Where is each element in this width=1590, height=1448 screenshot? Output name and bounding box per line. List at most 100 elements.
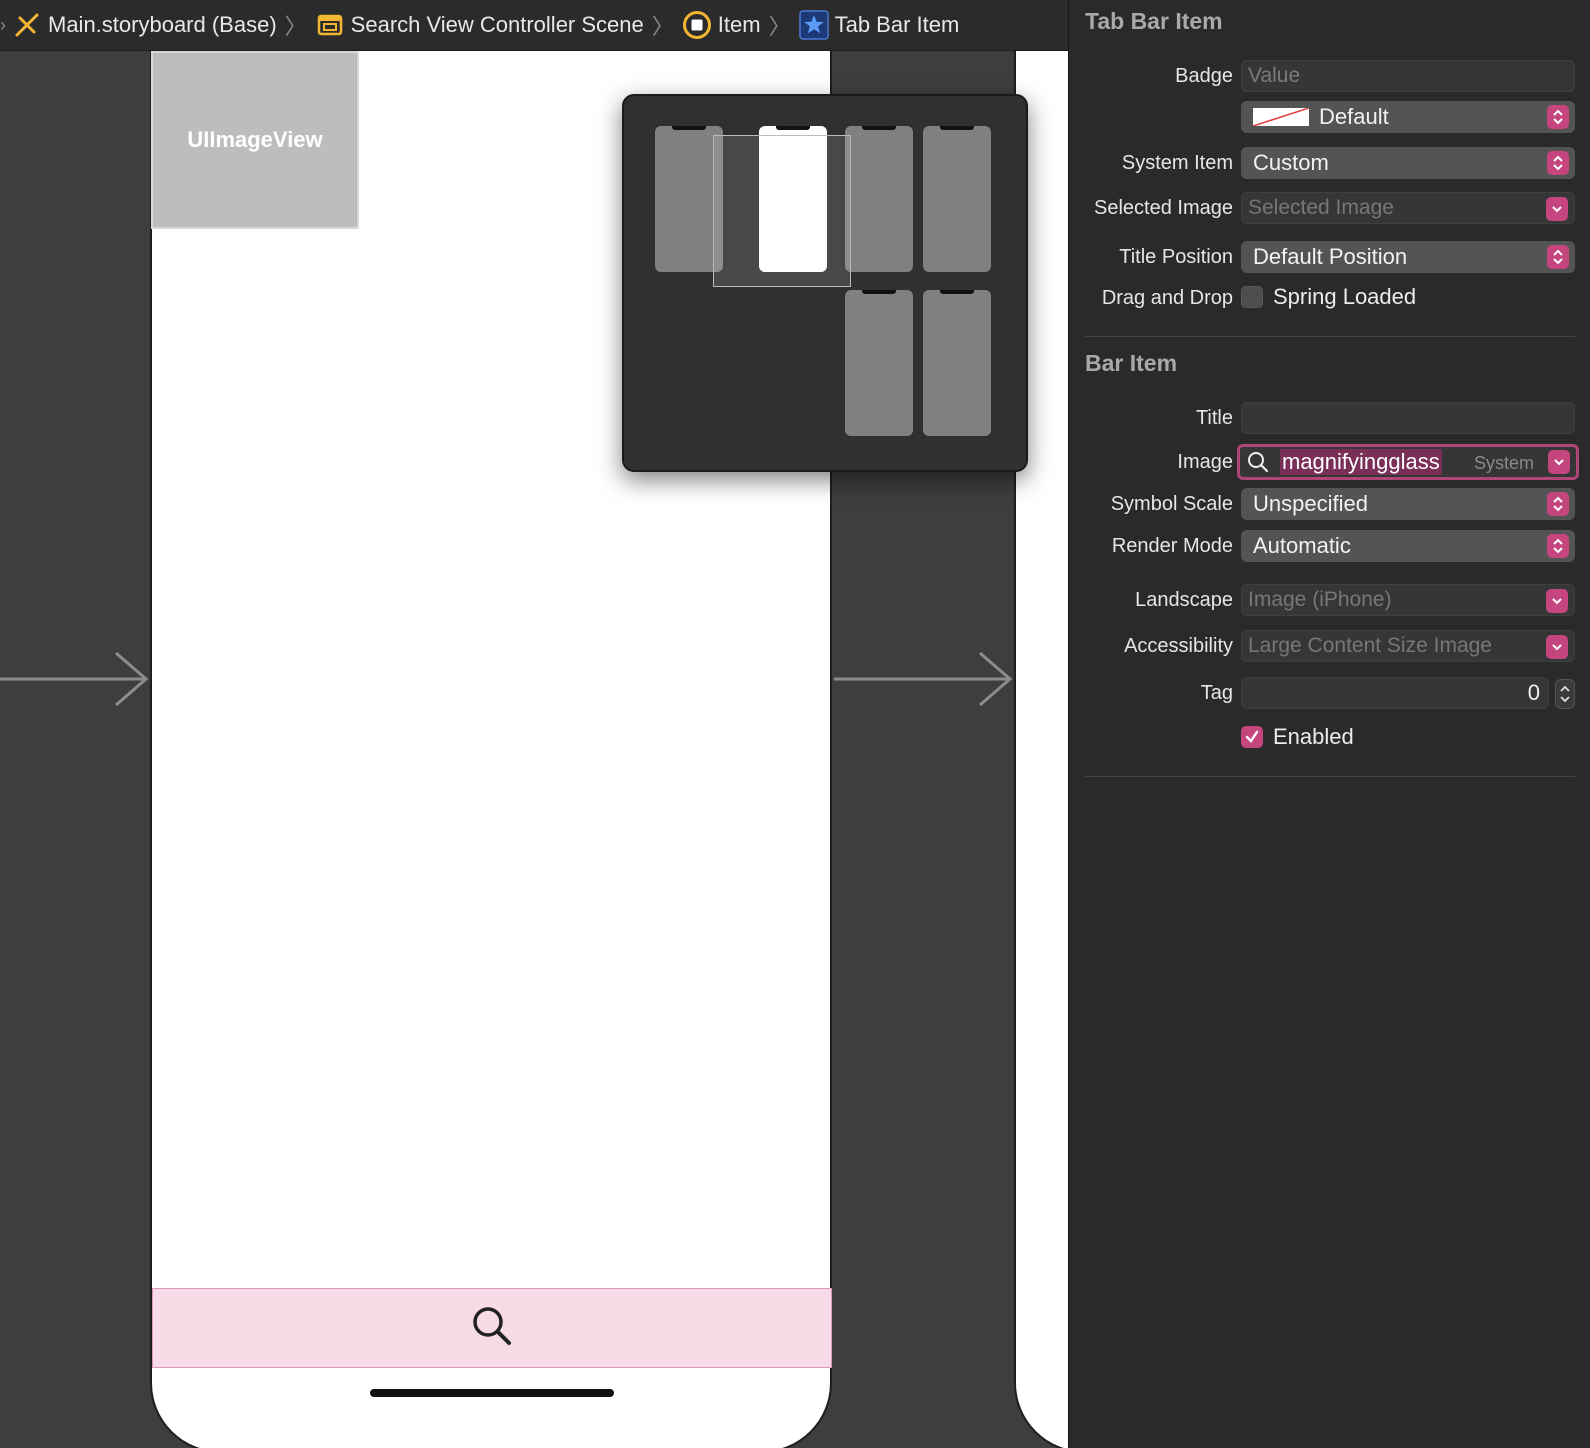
crumb-storyboard[interactable]: Main.storyboard (Base) <box>12 10 277 40</box>
crumb-storyboard-label: Main.storyboard (Base) <box>48 12 277 37</box>
system-item-row: System Item Custom <box>1069 147 1590 181</box>
minimap-scene[interactable] <box>923 126 991 272</box>
storyboard-icon <box>12 10 42 40</box>
minimap-scene[interactable] <box>923 290 991 436</box>
crumb-scene[interactable]: Search View Controller Scene <box>315 10 644 40</box>
symbol-scale-popup[interactable]: Unspecified <box>1241 488 1575 520</box>
minimap-scene[interactable] <box>845 290 913 436</box>
minimap-viewport[interactable] <box>713 135 851 287</box>
badge-color-row: Default <box>1069 101 1590 135</box>
badge-placeholder: Value <box>1248 64 1301 87</box>
badge-label: Badge <box>1175 65 1233 87</box>
title-field[interactable] <box>1241 402 1575 434</box>
section-title-bar-item: Bar Item <box>1085 350 1178 376</box>
title-position-label: Title Position <box>1119 246 1233 268</box>
symbol-scale-label: Symbol Scale <box>1110 493 1233 515</box>
crumb-scene-label: Search View Controller Scene <box>350 12 644 37</box>
popup-stepper-icon <box>1547 534 1569 558</box>
landscape-row: Landscape Image (iPhone) <box>1069 584 1590 618</box>
render-mode-popup[interactable]: Automatic <box>1241 530 1575 562</box>
render-mode-label: Render Mode <box>1111 535 1233 557</box>
title-position-row: Title Position Default Position <box>1069 241 1590 275</box>
tag-field[interactable]: 0 <box>1241 677 1549 709</box>
storyboard-canvas[interactable]: UIImageView <box>0 51 1068 1448</box>
chevron-down-icon[interactable] <box>1546 635 1568 659</box>
segue-arrow-right[interactable] <box>834 651 1014 707</box>
drag-drop-label: Drag and Drop <box>1101 287 1233 309</box>
chevron-down-icon[interactable] <box>1546 589 1568 613</box>
system-item-popup[interactable]: Custom <box>1241 147 1575 179</box>
minimap-scene[interactable] <box>845 126 913 272</box>
image-row: Image magnifyingglass System <box>1069 444 1590 480</box>
chevron-down-icon[interactable] <box>1548 450 1570 474</box>
accessibility-combo[interactable]: Large Content Size Image <box>1241 630 1575 662</box>
system-item-value: Custom <box>1253 150 1329 175</box>
title-position-value: Default Position <box>1253 244 1408 269</box>
spring-loaded-label[interactable]: Spring Loaded <box>1273 284 1416 310</box>
landscape-placeholder: Image (iPhone) <box>1248 588 1392 611</box>
chevron-down-icon[interactable] <box>1546 197 1568 221</box>
spring-loaded-checkbox[interactable] <box>1241 286 1263 308</box>
tag-value: 0 <box>1527 680 1540 705</box>
render-mode-row: Render Mode Automatic <box>1069 530 1590 564</box>
badge-row: Badge Value <box>1069 60 1590 94</box>
crumb-tab-bar-item-label: Tab Bar Item <box>834 12 960 37</box>
title-label: Title <box>1195 407 1233 429</box>
section-divider <box>1085 776 1575 777</box>
scene-icon <box>315 10 345 40</box>
crumb-item-label: Item <box>717 12 761 37</box>
magnifyingglass-icon[interactable] <box>470 1304 514 1353</box>
breadcrumb-separator: 〉 <box>768 14 791 39</box>
enabled-label[interactable]: Enabled <box>1273 724 1354 750</box>
tab-bar[interactable] <box>152 1288 832 1368</box>
image-view[interactable]: UIImageView <box>151 51 359 229</box>
selected-image-placeholder: Selected Image <box>1248 196 1394 219</box>
image-source: System <box>1473 453 1534 473</box>
tag-label: Tag <box>1200 682 1233 704</box>
color-swatch-icon <box>1253 108 1309 126</box>
title-position-popup[interactable]: Default Position <box>1241 241 1575 273</box>
home-indicator <box>370 1389 614 1397</box>
view-controller-icon <box>682 10 712 40</box>
crumb-tab-bar-item[interactable]: Tab Bar Item <box>798 10 960 40</box>
search-icon <box>1246 450 1270 474</box>
symbol-scale-value: Unspecified <box>1253 491 1368 516</box>
image-label: Image <box>1177 451 1233 473</box>
enabled-checkbox[interactable] <box>1241 726 1263 748</box>
section-divider <box>1085 336 1575 337</box>
canvas-minimap[interactable] <box>622 94 1028 472</box>
popup-stepper-icon <box>1547 245 1569 269</box>
tag-row: Tag 0 <box>1069 677 1590 711</box>
accessibility-row: Accessibility Large Content Size Image <box>1069 630 1590 664</box>
landscape-combo[interactable]: Image (iPhone) <box>1241 584 1575 616</box>
title-row: Title <box>1069 402 1590 436</box>
popup-stepper-icon <box>1547 105 1569 129</box>
segue-arrow-left[interactable] <box>0 651 150 707</box>
selected-image-label: Selected Image <box>1094 197 1233 219</box>
popup-stepper-icon <box>1547 151 1569 175</box>
accessibility-label: Accessibility <box>1124 635 1233 657</box>
landscape-label: Landscape <box>1135 589 1233 611</box>
section-title-tab-bar-item: Tab Bar Item <box>1085 8 1223 34</box>
tag-stepper[interactable] <box>1555 679 1575 709</box>
image-value[interactable]: magnifyingglass <box>1280 449 1442 475</box>
crumb-leading-chevron: › <box>0 14 6 35</box>
badge-field[interactable]: Value <box>1241 60 1575 92</box>
star-icon <box>798 10 829 40</box>
image-view-label: UIImageView <box>187 127 323 152</box>
selected-image-combo[interactable]: Selected Image <box>1241 192 1575 224</box>
checkmark-icon <box>1245 730 1259 743</box>
breadcrumb-separator: 〉 <box>284 14 307 39</box>
breadcrumb: › Main.storyboard (Base) 〉 Search View C… <box>0 0 1068 51</box>
selected-image-row: Selected Image Selected Image <box>1069 192 1590 226</box>
crumb-item[interactable]: Item <box>682 10 761 40</box>
drag-drop-row: Drag and Drop Spring Loaded <box>1069 282 1590 316</box>
breadcrumb-separator: 〉 <box>651 14 674 39</box>
badge-color-popup[interactable]: Default <box>1241 101 1575 133</box>
accessibility-placeholder: Large Content Size Image <box>1248 634 1492 657</box>
enabled-row: Enabled <box>1069 722 1590 756</box>
symbol-scale-row: Symbol Scale Unspecified <box>1069 488 1590 522</box>
popup-stepper-icon <box>1547 492 1569 516</box>
attributes-inspector: Tab Bar Item Badge Value Default System … <box>1068 0 1590 1448</box>
image-combo[interactable]: magnifyingglass System <box>1237 444 1579 480</box>
